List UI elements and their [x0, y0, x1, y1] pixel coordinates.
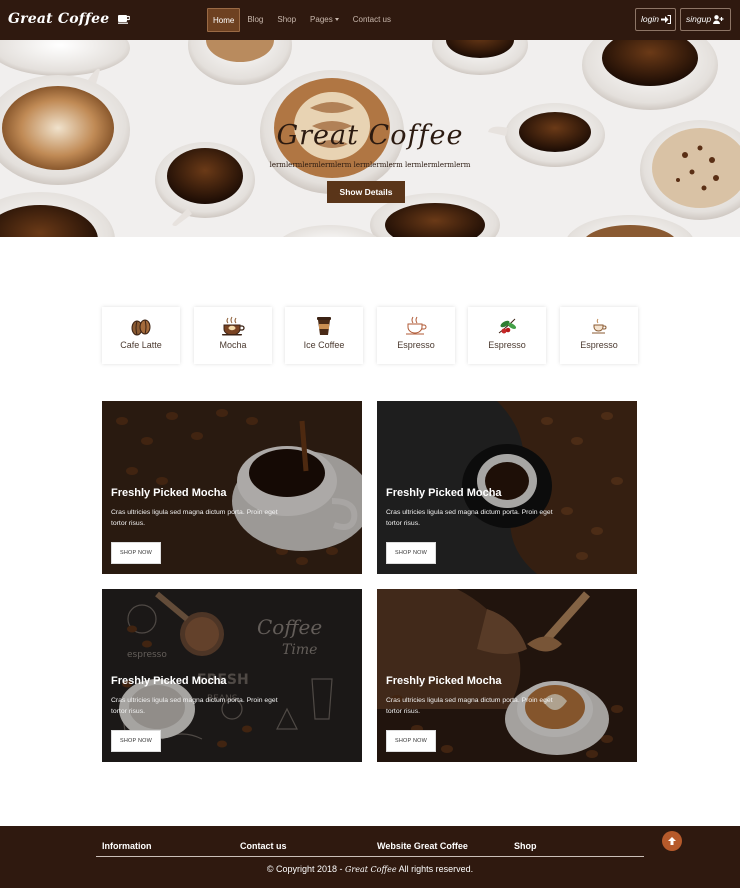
category-item-ice-coffee[interactable]: Ice Coffee: [285, 307, 363, 364]
copyright: © Copyright 2018 - Great Coffee All righ…: [0, 864, 740, 874]
copyright-suffix: All rights reserved.: [398, 864, 474, 874]
card-title: Freshly Picked Mocha: [386, 487, 502, 499]
nav-pages-label: Pages: [310, 15, 333, 24]
product-card: Freshly Picked Mocha Cras ultricies ligu…: [377, 589, 637, 762]
card-text: Cras ultricies ligula sed magna dictum p…: [386, 697, 553, 715]
category-item-espresso-2[interactable]: Espresso: [468, 307, 546, 364]
nav-pages-dropdown[interactable]: Pages: [303, 8, 346, 32]
hero-subtitle: lermlermlermlermlerm lermlermlerm lermle…: [269, 161, 471, 169]
category-label: Espresso: [397, 340, 435, 350]
category-item-mocha[interactable]: Mocha: [194, 307, 272, 364]
category-item-cafe-latte[interactable]: Cafe Latte: [102, 307, 180, 364]
footer-heading-contact[interactable]: Contact us: [240, 841, 287, 851]
category-label: Mocha: [219, 340, 247, 350]
shop-now-button[interactable]: SHOP NOW: [111, 542, 161, 564]
category-list: Cafe Latte Mocha Ice Coffee Espresso Esp…: [102, 307, 638, 364]
hero-banner: Great Coffee lermlermlermlermlerm lermle…: [0, 40, 740, 237]
caret-down-icon: [334, 18, 339, 21]
nav-home[interactable]: Home: [207, 8, 241, 32]
main-nav: Home Blog Shop Pages Contact us: [207, 8, 398, 32]
product-card: Freshly Picked Mocha Cras ultricies ligu…: [102, 401, 362, 574]
page: Great Coffee Home Blog Shop Pages Contac…: [0, 0, 740, 888]
card-text: Cras ultricies ligula sed magna dictum p…: [386, 509, 553, 527]
takeaway-cup-icon: [285, 316, 363, 341]
copyright-brand: Great Coffee: [345, 865, 397, 874]
footer-heading-website[interactable]: Website Great Coffee: [377, 841, 468, 851]
footer: Information Contact us Website Great Cof…: [0, 826, 740, 888]
sign-in-icon: [659, 14, 672, 25]
product-card: Coffee Time espresso FRESH BEANS Freshly…: [102, 589, 362, 762]
nav-blog[interactable]: Blog: [240, 8, 270, 32]
small-cup-icon: [560, 316, 638, 341]
footer-divider: [96, 856, 644, 857]
signup-label: singup: [686, 14, 712, 24]
navbar: Great Coffee Home Blog Shop Pages Contac…: [0, 0, 740, 40]
card-text: Cras ultricies ligula sed magna dictum p…: [111, 509, 278, 527]
coffee-cup-icon: [118, 12, 132, 28]
shop-now-button[interactable]: SHOP NOW: [386, 542, 436, 564]
nav-contact[interactable]: Contact us: [346, 8, 398, 32]
nav-shop[interactable]: Shop: [270, 8, 303, 32]
coffee-branch-icon: [468, 316, 546, 341]
category-label: Espresso: [580, 340, 618, 350]
copyright-prefix: © Copyright 2018 -: [266, 864, 343, 874]
brand-logo[interactable]: Great Coffee: [8, 11, 132, 28]
user-plus-icon: [711, 14, 724, 24]
category-item-espresso-3[interactable]: Espresso: [560, 307, 638, 364]
card-title: Freshly Picked Mocha: [111, 487, 227, 499]
card-text: Cras ultricies ligula sed magna dictum p…: [111, 697, 278, 715]
category-label: Espresso: [488, 340, 526, 350]
hero-title: Great Coffee: [276, 120, 464, 151]
login-button[interactable]: login: [635, 8, 676, 31]
scroll-to-top-button[interactable]: [662, 831, 682, 851]
shop-now-button[interactable]: SHOP NOW: [111, 730, 161, 752]
show-details-button[interactable]: Show Details: [327, 181, 405, 203]
footer-heading-information[interactable]: Information: [102, 841, 152, 851]
product-card: Freshly Picked Mocha Cras ultricies ligu…: [377, 401, 637, 574]
card-title: Freshly Picked Mocha: [111, 675, 227, 687]
footer-heading-shop[interactable]: Shop: [514, 841, 537, 851]
steaming-cup-icon: [377, 316, 455, 341]
login-label: login: [641, 14, 659, 24]
brand-name: Great Coffee: [8, 11, 110, 27]
category-label: Cafe Latte: [120, 340, 162, 350]
signup-button[interactable]: singup: [680, 8, 731, 31]
shop-now-button[interactable]: SHOP NOW: [386, 730, 436, 752]
coffee-beans-icon: [102, 316, 180, 341]
category-item-espresso[interactable]: Espresso: [377, 307, 455, 364]
category-label: Ice Coffee: [303, 340, 345, 350]
coffee-cup-icon: [194, 316, 272, 341]
card-title: Freshly Picked Mocha: [386, 675, 502, 687]
